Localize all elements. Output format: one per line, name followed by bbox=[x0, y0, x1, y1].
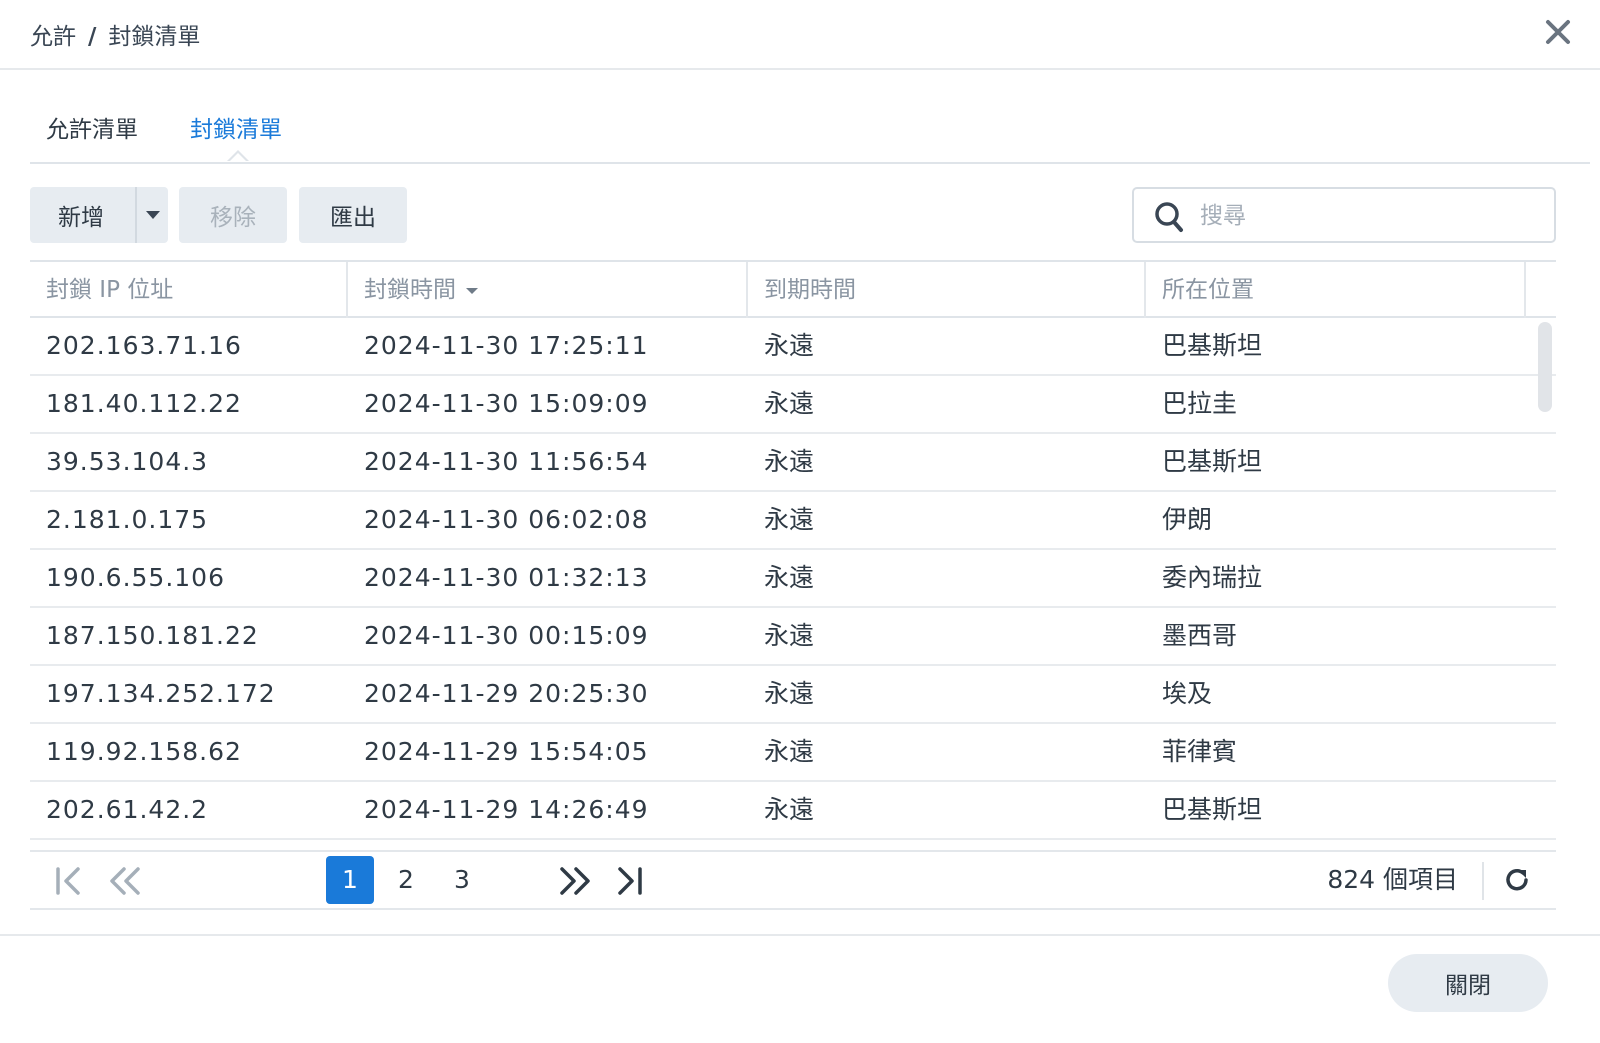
cell-ip: 187.150.181.22 bbox=[46, 621, 259, 650]
tab-bar: 允許清單 封鎖清單 bbox=[30, 104, 1590, 164]
column-header-label: 到期時間 bbox=[764, 277, 856, 303]
sort-desc-icon bbox=[466, 287, 478, 294]
search-input[interactable] bbox=[1198, 199, 1532, 233]
blocklist-table: 封鎖 IP 位址 封鎖時間 到期時間 所在位置 202.163.71.16 20… bbox=[30, 260, 1556, 842]
column-header-blocked-time[interactable]: 封鎖時間 bbox=[348, 262, 748, 318]
search-icon bbox=[1155, 202, 1183, 232]
cell-location: 菲律賓 bbox=[1162, 737, 1238, 766]
cell-location: 埃及 bbox=[1162, 679, 1213, 708]
cell-location: 巴拉圭 bbox=[1162, 389, 1238, 418]
table-row[interactable]: 202.61.42.2 2024-11-29 14:26:49 永遠 巴基斯坦 bbox=[30, 782, 1556, 840]
tab-block-list[interactable]: 封鎖清單 bbox=[190, 110, 282, 144]
cell-ip: 119.92.158.62 bbox=[46, 737, 242, 766]
cell-location: 巴基斯坦 bbox=[1162, 447, 1263, 476]
cell-blocked-time: 2024-11-30 00:15:09 bbox=[364, 621, 649, 650]
breadcrumb-parent: 允許 bbox=[30, 24, 76, 50]
cell-expires: 永遠 bbox=[764, 505, 815, 534]
cell-expires: 永遠 bbox=[764, 795, 815, 824]
table-row[interactable]: 39.53.104.3 2024-11-30 11:56:54 永遠 巴基斯坦 bbox=[30, 434, 1556, 492]
cell-blocked-time: 2024-11-30 06:02:08 bbox=[364, 505, 649, 534]
refresh-icon[interactable] bbox=[1502, 865, 1532, 895]
pagination-bar: 1 2 3 824 個項目 bbox=[30, 850, 1556, 910]
cell-ip: 197.134.252.172 bbox=[46, 679, 276, 708]
table-row[interactable]: 190.6.55.106 2024-11-30 01:32:13 永遠 委內瑞拉 bbox=[30, 550, 1556, 608]
page-button-1[interactable]: 1 bbox=[326, 856, 374, 904]
item-count: 824 個項目 bbox=[1327, 865, 1458, 894]
cell-location: 委內瑞拉 bbox=[1162, 563, 1263, 592]
search-box bbox=[1132, 187, 1556, 243]
column-header-label: 封鎖 IP 位址 bbox=[46, 277, 174, 303]
close-icon bbox=[1546, 20, 1570, 44]
table-body: 202.163.71.16 2024-11-30 17:25:11 永遠 巴基斯… bbox=[30, 318, 1556, 842]
first-page-icon[interactable] bbox=[54, 866, 84, 896]
remove-button[interactable]: 移除 bbox=[179, 187, 287, 243]
cell-blocked-time: 2024-11-30 17:25:11 bbox=[364, 331, 649, 360]
cell-blocked-time: 2024-11-29 14:26:49 bbox=[364, 795, 649, 824]
close-dialog-button[interactable]: 關閉 bbox=[1388, 954, 1548, 1012]
table-header: 封鎖 IP 位址 封鎖時間 到期時間 所在位置 bbox=[30, 260, 1556, 318]
cell-ip: 202.163.71.16 bbox=[46, 331, 242, 360]
vertical-scrollbar[interactable] bbox=[1538, 322, 1552, 412]
add-button-label: 新增 bbox=[58, 205, 104, 231]
tab-allow-list[interactable]: 允許清單 bbox=[46, 110, 138, 144]
column-header-label: 所在位置 bbox=[1162, 277, 1254, 303]
breadcrumb-separator: / bbox=[88, 24, 97, 50]
caret-down-icon bbox=[146, 211, 160, 219]
cell-blocked-time: 2024-11-29 20:25:30 bbox=[364, 679, 649, 708]
cell-expires: 永遠 bbox=[764, 679, 815, 708]
cell-ip: 190.6.55.106 bbox=[46, 563, 225, 592]
prev-page-icon[interactable] bbox=[108, 866, 142, 896]
add-dropdown-toggle[interactable] bbox=[138, 187, 168, 243]
dialog-footer: 關閉 bbox=[0, 934, 1600, 1043]
cell-blocked-time: 2024-11-30 11:56:54 bbox=[364, 447, 649, 476]
table-row[interactable]: 181.40.112.22 2024-11-30 15:09:09 永遠 巴拉圭 bbox=[30, 376, 1556, 434]
cell-expires: 永遠 bbox=[764, 331, 815, 360]
column-header-ip[interactable]: 封鎖 IP 位址 bbox=[30, 262, 348, 318]
column-header-location[interactable]: 所在位置 bbox=[1146, 262, 1526, 318]
cell-expires: 永遠 bbox=[764, 621, 815, 650]
table-row[interactable]: 2.181.0.175 2024-11-30 06:02:08 永遠 伊朗 bbox=[30, 492, 1556, 550]
title-bar: 允許 / 封鎖清單 bbox=[0, 0, 1600, 70]
cell-location: 巴基斯坦 bbox=[1162, 795, 1263, 824]
next-page-icon[interactable] bbox=[558, 866, 592, 896]
export-button[interactable]: 匯出 bbox=[299, 187, 407, 243]
active-tab-indicator bbox=[227, 150, 249, 162]
close-button[interactable] bbox=[1540, 14, 1576, 50]
page-button-3[interactable]: 3 bbox=[438, 856, 486, 904]
pager-divider bbox=[1482, 862, 1484, 900]
breadcrumb: 允許 / 封鎖清單 bbox=[30, 17, 200, 51]
breadcrumb-current: 封鎖清單 bbox=[108, 24, 201, 50]
cell-blocked-time: 2024-11-30 01:32:13 bbox=[364, 563, 649, 592]
column-header-label: 封鎖時間 bbox=[364, 277, 456, 303]
cell-location: 巴基斯坦 bbox=[1162, 331, 1263, 360]
table-row[interactable]: 202.163.71.16 2024-11-30 17:25:11 永遠 巴基斯… bbox=[30, 318, 1556, 376]
cell-expires: 永遠 bbox=[764, 737, 815, 766]
page-button-2[interactable]: 2 bbox=[382, 856, 430, 904]
last-page-icon[interactable] bbox=[614, 866, 644, 896]
cell-ip: 181.40.112.22 bbox=[46, 389, 242, 418]
cell-blocked-time: 2024-11-30 15:09:09 bbox=[364, 389, 649, 418]
cell-location: 墨西哥 bbox=[1162, 621, 1238, 650]
cell-location: 伊朗 bbox=[1162, 505, 1213, 534]
cell-expires: 永遠 bbox=[764, 447, 815, 476]
column-header-expires[interactable]: 到期時間 bbox=[748, 262, 1146, 318]
cell-ip: 39.53.104.3 bbox=[46, 447, 209, 476]
cell-expires: 永遠 bbox=[764, 563, 815, 592]
cell-ip: 2.181.0.175 bbox=[46, 505, 209, 534]
cell-expires: 永遠 bbox=[764, 389, 815, 418]
split-button-divider bbox=[135, 187, 137, 243]
cell-ip: 202.61.42.2 bbox=[46, 795, 209, 824]
table-row[interactable]: 187.150.181.22 2024-11-30 00:15:09 永遠 墨西… bbox=[30, 608, 1556, 666]
cell-blocked-time: 2024-11-29 15:54:05 bbox=[364, 737, 649, 766]
table-row[interactable]: 119.92.158.62 2024-11-29 15:54:05 永遠 菲律賓 bbox=[30, 724, 1556, 782]
table-row[interactable]: 197.134.252.172 2024-11-29 20:25:30 永遠 埃… bbox=[30, 666, 1556, 724]
